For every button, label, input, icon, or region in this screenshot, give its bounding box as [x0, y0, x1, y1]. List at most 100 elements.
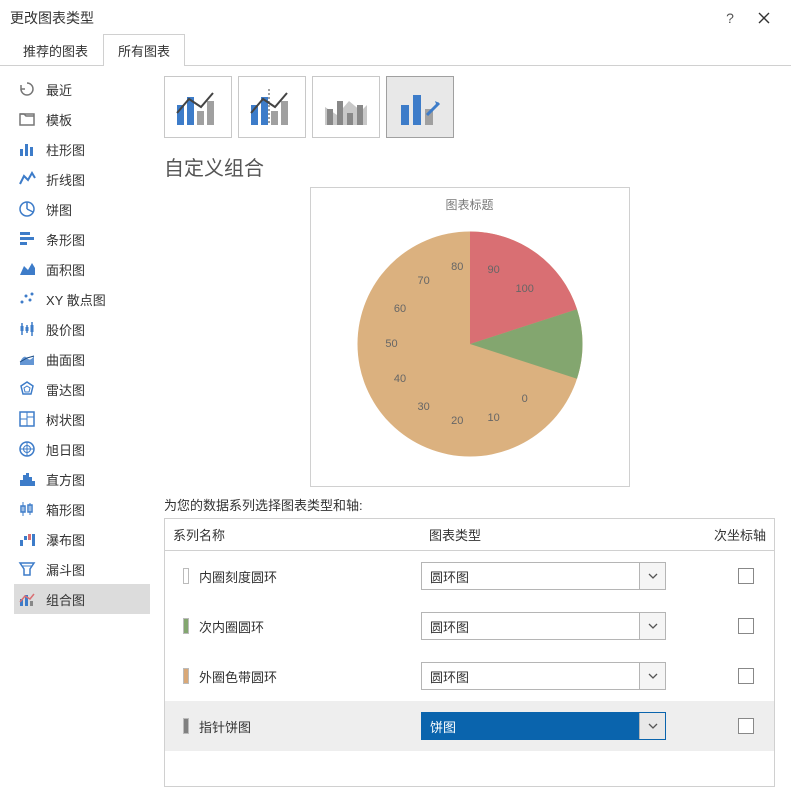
gauge-tick: 10: [487, 412, 499, 424]
templates-icon: [18, 110, 36, 128]
sidebar-item-label: 最近: [46, 80, 72, 99]
series-row[interactable]: 次内圈圆环 圆环图: [165, 601, 774, 651]
sidebar-item-recent[interactable]: 最近: [14, 74, 150, 104]
secondary-axis-checkbox[interactable]: [738, 568, 754, 584]
combo-subtype-1[interactable]: [164, 76, 232, 138]
series-row[interactable]: 内圈刻度圆环 圆环图: [165, 551, 774, 601]
series-name: 外圈色带圆环: [199, 667, 277, 686]
sidebar-item-stock[interactable]: 股价图: [14, 314, 150, 344]
gauge-tick: 100: [515, 283, 533, 295]
radar-icon: [18, 380, 36, 398]
sidebar-item-label: 饼图: [46, 200, 72, 219]
series-name: 内圈刻度圆环: [199, 567, 277, 586]
sidebar-item-label: 面积图: [46, 260, 85, 279]
sidebar-item-label: 曲面图: [46, 350, 85, 369]
series-grid: 系列名称 图表类型 次坐标轴 内圈刻度圆环圆环图次内圈圆环圆环图外圈色带圆环圆环…: [164, 518, 775, 787]
combo-subtype-3[interactable]: [312, 76, 380, 138]
pie-icon: [18, 200, 36, 218]
sidebar-item-label: 瀑布图: [46, 530, 85, 549]
sidebar-item-label: XY 散点图: [46, 290, 106, 309]
sidebar-item-waterfall[interactable]: 瀑布图: [14, 524, 150, 554]
sidebar-item-scatter[interactable]: XY 散点图: [14, 284, 150, 314]
tab-all-charts[interactable]: 所有图表: [103, 34, 185, 66]
sidebar-item-pie[interactable]: 饼图: [14, 194, 150, 224]
chart-type-select[interactable]: 圆环图: [421, 562, 666, 590]
combo-icon: [18, 590, 36, 608]
column-icon: [18, 140, 36, 158]
gauge-tick: 60: [394, 303, 406, 315]
series-name: 指针饼图: [199, 717, 251, 736]
secondary-axis-checkbox[interactable]: [738, 668, 754, 684]
sidebar-item-sunburst[interactable]: 旭日图: [14, 434, 150, 464]
sidebar-item-area[interactable]: 面积图: [14, 254, 150, 284]
sidebar-item-label: 树状图: [46, 410, 85, 429]
grid-body: 内圈刻度圆环圆环图次内圈圆环圆环图外圈色带圆环圆环图指针饼图饼图: [165, 551, 774, 786]
sidebar-item-label: 模板: [46, 110, 72, 129]
sunburst-icon: [18, 440, 36, 458]
close-button[interactable]: [747, 1, 781, 35]
series-swatch: [183, 568, 189, 584]
series-swatch: [183, 618, 189, 634]
combo-subtype-toolbar: [164, 76, 775, 138]
funnel-icon: [18, 560, 36, 578]
close-icon: [758, 12, 770, 24]
sidebar-item-label: 漏斗图: [46, 560, 85, 579]
select-value: 圆环图: [422, 617, 639, 636]
sidebar-item-treemap[interactable]: 树状图: [14, 404, 150, 434]
chart-preview[interactable]: 图表标题 0102030405060708090100: [310, 187, 630, 487]
gauge-tick: 50: [385, 338, 397, 350]
pie-chart: 0102030405060708090100: [345, 219, 595, 469]
waterfall-icon: [18, 530, 36, 548]
secondary-axis-checkbox[interactable]: [738, 718, 754, 734]
chart-type-select[interactable]: 圆环图: [421, 612, 666, 640]
combo-subtype-2[interactable]: [238, 76, 306, 138]
series-swatch: [183, 718, 189, 734]
series-row[interactable]: 指针饼图 饼图: [165, 701, 774, 751]
tab-label: 推荐的图表: [23, 44, 88, 59]
gauge-tick: 90: [487, 264, 499, 276]
grid-header: 系列名称 图表类型 次坐标轴: [165, 519, 774, 551]
tab-recommended[interactable]: 推荐的图表: [8, 34, 103, 66]
sidebar-item-funnel[interactable]: 漏斗图: [14, 554, 150, 584]
main-panel: 自定义组合 图表标题 0102030405060708090100 为您的数据系…: [150, 66, 791, 787]
sidebar-item-label: 条形图: [46, 230, 85, 249]
help-button[interactable]: ?: [713, 1, 747, 35]
sidebar-item-label: 旭日图: [46, 440, 85, 459]
scatter-icon: [18, 290, 36, 308]
sidebar-item-line[interactable]: 折线图: [14, 164, 150, 194]
dialog-body: 最近模板柱形图折线图饼图条形图面积图XY 散点图股价图曲面图雷达图树状图旭日图直…: [0, 66, 791, 787]
chevron-down-icon: [639, 613, 665, 639]
secondary-axis-checkbox[interactable]: [738, 618, 754, 634]
boxplot-icon: [18, 500, 36, 518]
select-value: 饼图: [422, 717, 639, 736]
gauge-tick: 20: [451, 415, 463, 427]
series-row[interactable]: 外圈色带圆环 圆环图: [165, 651, 774, 701]
series-name: 次内圈圆环: [199, 617, 264, 636]
series-swatch: [183, 668, 189, 684]
tab-label: 所有图表: [118, 44, 170, 59]
gauge-tick: 80: [451, 261, 463, 273]
chart-category-list: 最近模板柱形图折线图饼图条形图面积图 XY 散点图股价图曲面图雷达图树状图旭日图直…: [0, 66, 150, 787]
chart-title: 图表标题: [445, 196, 493, 213]
sidebar-item-combo[interactable]: 组合图: [14, 584, 150, 614]
sidebar-item-surface[interactable]: 曲面图: [14, 344, 150, 374]
gauge-tick: 40: [394, 373, 406, 385]
line-icon: [18, 170, 36, 188]
sidebar-item-boxplot[interactable]: 箱形图: [14, 494, 150, 524]
sidebar-item-histogram[interactable]: 直方图: [14, 464, 150, 494]
sidebar-item-radar[interactable]: 雷达图: [14, 374, 150, 404]
combo-subtype-custom[interactable]: [386, 76, 454, 138]
series-prompt: 为您的数据系列选择图表类型和轴:: [164, 495, 775, 514]
sidebar-item-templates[interactable]: 模板: [14, 104, 150, 134]
sidebar-item-label: 折线图: [46, 170, 85, 189]
sidebar-item-label: 组合图: [46, 590, 85, 609]
sidebar-item-bar[interactable]: 条形图: [14, 224, 150, 254]
chart-type-select[interactable]: 圆环图: [421, 662, 666, 690]
sidebar-item-column[interactable]: 柱形图: [14, 134, 150, 164]
sidebar-item-label: 箱形图: [46, 500, 85, 519]
recent-icon: [18, 80, 36, 98]
title-bar: 更改图表类型 ?: [0, 0, 791, 36]
chart-type-select[interactable]: 饼图: [421, 712, 666, 740]
chevron-down-icon: [639, 713, 665, 739]
section-title: 自定义组合: [164, 152, 775, 181]
